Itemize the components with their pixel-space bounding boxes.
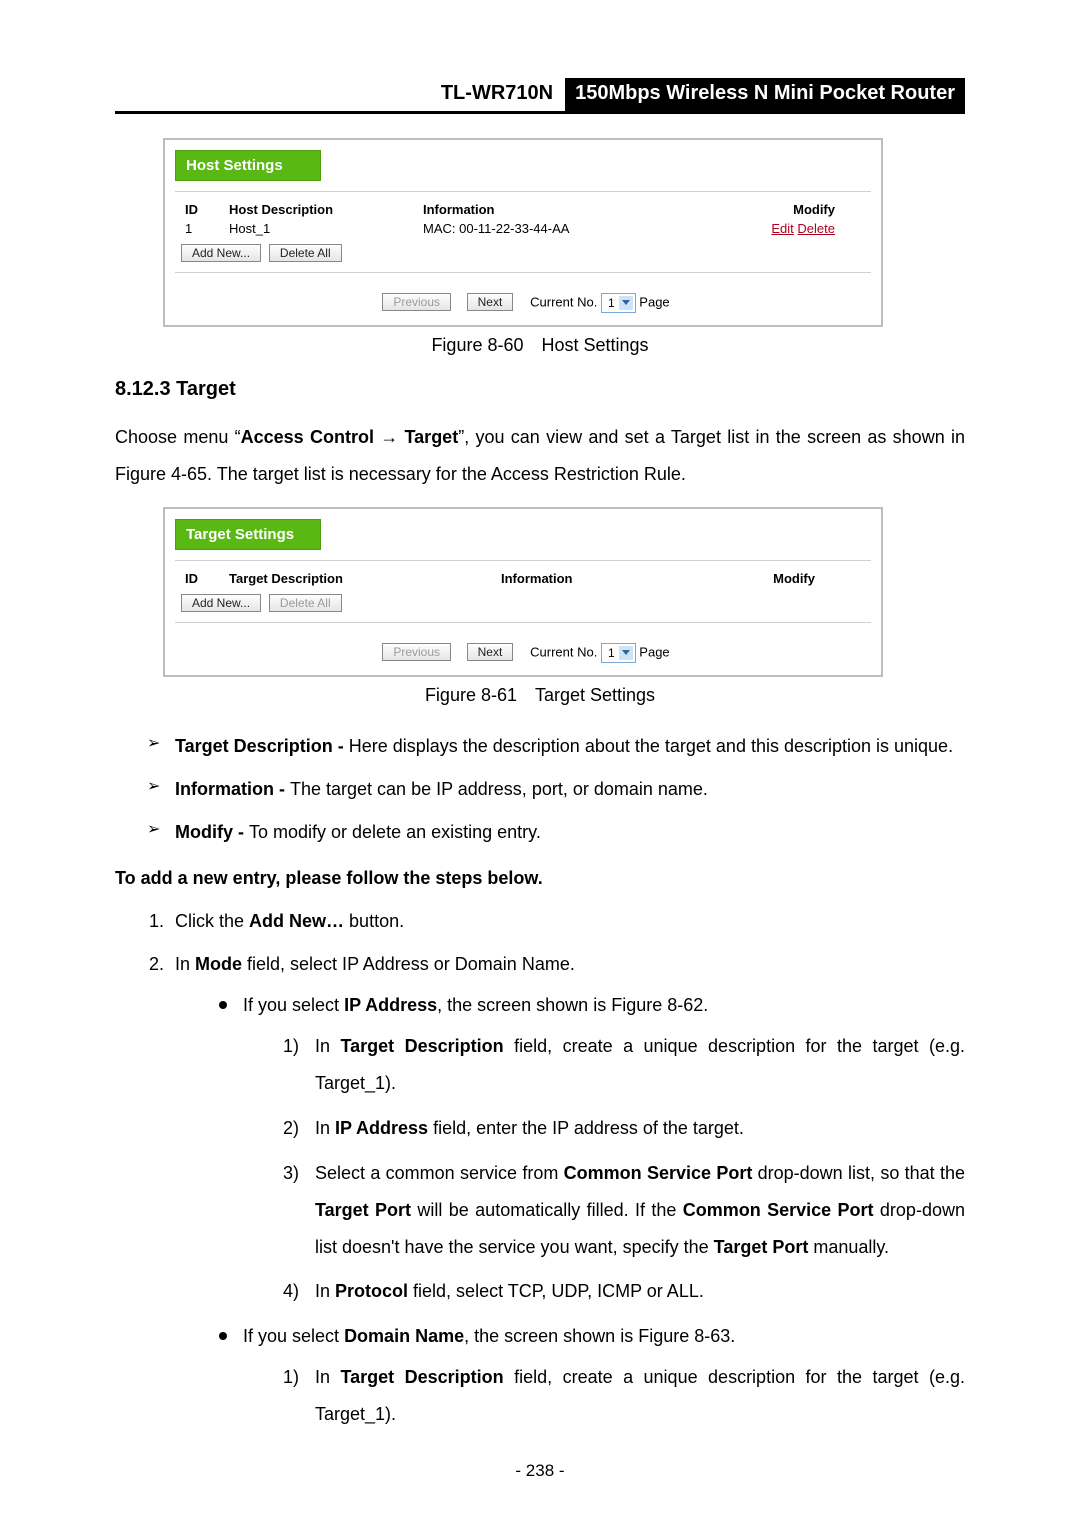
- pagination: Previous Next Current No. 1 Page: [165, 637, 881, 675]
- col-id: ID: [181, 200, 225, 219]
- steps-list: Click the Add New… button. In Mode field…: [115, 903, 965, 1433]
- list-item: Modify - To modify or delete an existing…: [147, 814, 965, 851]
- current-no-label: Current No.: [530, 294, 597, 309]
- cell-desc: Host_1: [225, 219, 383, 238]
- prev-button[interactable]: Previous: [382, 293, 451, 311]
- list-item: Information - The target can be IP addre…: [147, 771, 965, 808]
- chevron-down-icon: [619, 646, 633, 660]
- page-select[interactable]: 1: [601, 293, 636, 313]
- steps-heading: To add a new entry, please follow the st…: [115, 868, 965, 889]
- col-host-desc: Host Description: [225, 200, 383, 219]
- list-item: Click the Add New… button.: [169, 903, 965, 940]
- page-select[interactable]: 1: [601, 643, 636, 663]
- page-label: Page: [639, 294, 669, 309]
- list-item: If you select IP Address, the screen sho…: [215, 987, 965, 1310]
- document-page: TL-WR710N 150Mbps Wireless N Mini Pocket…: [0, 0, 1080, 1527]
- prev-button[interactable]: Previous: [382, 643, 451, 661]
- add-new-button[interactable]: Add New...: [181, 594, 261, 612]
- col-modify: Modify: [681, 569, 865, 588]
- col-information: Information: [383, 200, 721, 219]
- add-new-button[interactable]: Add New...: [181, 244, 261, 262]
- col-modify: Modify: [721, 200, 865, 219]
- delete-link[interactable]: Delete: [797, 221, 835, 236]
- figure-caption: Figure 8-61 Target Settings: [115, 685, 965, 706]
- page-header: TL-WR710N 150Mbps Wireless N Mini Pocket…: [115, 78, 965, 114]
- next-button[interactable]: Next: [467, 643, 514, 661]
- host-settings-table: ID Host Description Information Modify 1…: [181, 200, 865, 238]
- edit-link[interactable]: Edit: [771, 221, 793, 236]
- page-select-value: 1: [608, 646, 615, 660]
- target-settings-table: ID Target Description Information Modify: [181, 569, 865, 588]
- next-button[interactable]: Next: [467, 293, 514, 311]
- chevron-down-icon: [619, 296, 633, 310]
- target-settings-figure: Target Settings ID Target Description In…: [163, 507, 883, 677]
- cell-modify: Edit Delete: [721, 219, 865, 238]
- page-number: - 238 -: [115, 1461, 965, 1481]
- definition-list: Target Description - Here displays the d…: [115, 728, 965, 851]
- product-tagline: 150Mbps Wireless N Mini Pocket Router: [565, 78, 965, 111]
- list-item: In IP Address field, enter the IP addres…: [283, 1110, 965, 1147]
- current-no-label: Current No.: [530, 644, 597, 659]
- target-settings-title: Target Settings: [175, 519, 321, 550]
- list-item: Select a common service from Common Serv…: [283, 1155, 965, 1266]
- figure-caption: Figure 8-60 Host Settings: [115, 335, 965, 356]
- col-id: ID: [181, 569, 225, 588]
- host-settings-figure: Host Settings ID Host Description Inform…: [163, 138, 883, 327]
- list-item: If you select Domain Name, the screen sh…: [215, 1318, 965, 1433]
- list-item: In Protocol field, select TCP, UDP, ICMP…: [283, 1273, 965, 1310]
- col-information: Information: [423, 569, 681, 588]
- col-target-desc: Target Description: [225, 569, 423, 588]
- delete-all-button[interactable]: Delete All: [269, 594, 342, 612]
- page-select-value: 1: [608, 296, 615, 310]
- cell-info: MAC: 00-11-22-33-44-AA: [383, 219, 721, 238]
- delete-all-button[interactable]: Delete All: [269, 244, 342, 262]
- page-label: Page: [639, 644, 669, 659]
- host-settings-title: Host Settings: [175, 150, 321, 181]
- section-heading: 8.12.3 Target: [115, 378, 965, 401]
- pagination: Previous Next Current No. 1 Page: [165, 287, 881, 325]
- list-item: In Target Description field, create a un…: [283, 1359, 965, 1433]
- model-label: TL-WR710N: [441, 78, 565, 111]
- list-item: In Mode field, select IP Address or Doma…: [169, 946, 965, 1433]
- list-item: Target Description - Here displays the d…: [147, 728, 965, 765]
- table-row: 1 Host_1 MAC: 00-11-22-33-44-AA Edit Del…: [181, 219, 865, 238]
- list-item: In Target Description field, create a un…: [283, 1028, 965, 1102]
- cell-id: 1: [181, 219, 225, 238]
- intro-paragraph: Choose menu “Access Control → Target”, y…: [115, 419, 965, 493]
